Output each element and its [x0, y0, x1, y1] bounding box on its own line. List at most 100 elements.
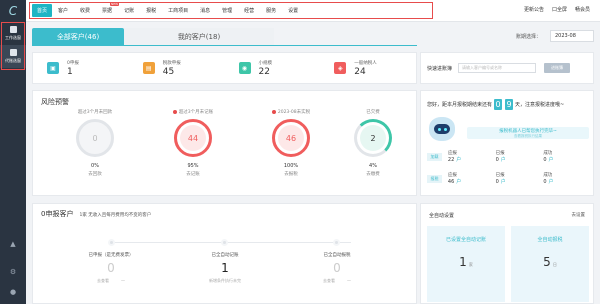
step-dot [333, 239, 340, 246]
tab-my-clients[interactable]: 我的客户(18) [124, 28, 274, 45]
nav-bookkeeping[interactable]: 记账 [118, 7, 140, 14]
nav-invoices[interactable]: 票据 NEW [96, 2, 120, 14]
user-icon[interactable]: ● [0, 288, 26, 296]
status-value-number: 0 [543, 157, 547, 163]
deadline-prefix: 您好，距本月报税期结束还有 [427, 102, 493, 108]
tab-underline [32, 45, 417, 46]
gauge-title: 2023-08未实税 [277, 110, 311, 115]
gauge-title: 超过3个月未回款 [77, 110, 113, 115]
risk-warning-title: 风险预警 [41, 98, 69, 106]
status-value-number: 46 [447, 179, 455, 185]
sidebar: C 工作选窗 代账选窗 ▲ ⚙ ● [0, 0, 26, 304]
gauge-title-row: 2023-08未实税 [271, 109, 311, 115]
step-dot [108, 239, 115, 246]
auto-box-title: 全自动报税 [537, 237, 563, 243]
status-row-tax: 报税 应报 46 户 已报 0 户 成功 0 户 [427, 169, 591, 188]
step-auto-taxed: 已全自动报税 0 去查看 一 [287, 252, 387, 284]
nav-fees[interactable]: 收费 [74, 7, 96, 14]
view-link[interactable]: 去查看 [323, 278, 335, 284]
gauge-title: 已欠费 [366, 110, 380, 115]
announcement-link[interactable]: 更新公告 [524, 6, 544, 13]
tax-declare-icon: ▤ [142, 62, 155, 74]
status-col: 成功 0 户 [543, 150, 591, 163]
nav-service[interactable]: 服务 [260, 7, 282, 14]
stat-label: 税款申报 [162, 60, 181, 66]
stat-value: 45 [162, 66, 175, 77]
step-value: 0 [107, 261, 115, 275]
status-value: 0户 [543, 156, 591, 163]
small-scale-icon: ◉ [238, 62, 251, 74]
unit-link[interactable]: 户 [549, 179, 554, 185]
robot-message[interactable]: 报税机器人已帮您执行完毕~ 查看报税执行结果 [467, 127, 589, 139]
general-taxpayer-icon: ◈ [334, 62, 347, 74]
gauge-ring: 44 [174, 119, 212, 157]
zero-declare-subtitle: 1家 无收入且每月费用均不变的客户 [79, 213, 152, 218]
nav-operations[interactable]: 经营 [238, 7, 260, 14]
nav-manage[interactable]: 管理 [216, 7, 238, 14]
step-extra: 去查看 一 [97, 278, 125, 284]
status-value: 0户 [496, 156, 544, 163]
member-button[interactable]: 畅会员 [575, 6, 590, 13]
status-value-number: 0 [543, 179, 547, 185]
auto-booking-box[interactable]: 已设置全自动记账 1家 [427, 226, 505, 302]
step-extra-text: 一 [347, 278, 351, 283]
step-value: 1 [221, 261, 229, 275]
fullscreen-button[interactable]: 口全屏 [552, 6, 567, 13]
view-link[interactable]: 去查看 [97, 278, 109, 284]
sidebar-highlight [1, 22, 25, 70]
go-tax-link[interactable]: 去报税 [284, 171, 298, 177]
settings-icon[interactable]: ⚙ [0, 268, 26, 276]
up-arrow-icon[interactable]: ▲ [0, 240, 26, 248]
unit-link[interactable]: 户 [549, 157, 554, 163]
go-settings-link[interactable]: 去设置 [572, 212, 586, 218]
auto-settings-panel: 全自动设置 去设置 已设置全自动记账 1家 全自动报税 5日 [420, 203, 594, 304]
stat-value: 24 [354, 66, 366, 77]
stat-small-scale[interactable]: ◉ 小规模 22 [225, 53, 321, 83]
row-tag[interactable]: 加载 [427, 152, 442, 161]
go-bookkeeping-link[interactable]: 去记账 [186, 171, 200, 177]
nav-settings[interactable]: 设置 [282, 7, 304, 14]
nav-tax[interactable]: 报税 [140, 7, 162, 14]
auto-tax-box[interactable]: 全自动报税 5日 [511, 226, 589, 302]
stat-general-taxpayer[interactable]: ◈ 一般纳税人 24 [320, 53, 416, 83]
period-label: 账期选择： [516, 34, 542, 40]
gauge-overdue: 已欠费 2 4% 去缴费 [333, 109, 413, 195]
unit-link[interactable]: 户 [456, 179, 461, 185]
step-extra-text: 一 [121, 278, 125, 283]
step-label: 已全自动记账 [211, 253, 239, 258]
enter-ledger-button[interactable]: 进账簿 [544, 63, 571, 73]
stat-zero-declare[interactable]: ▣ 0申报 1 [33, 53, 129, 83]
unit-link[interactable]: 户 [501, 157, 506, 163]
gauge-ring: 46 [272, 119, 310, 157]
row-tag[interactable]: 报税 [427, 174, 442, 183]
risk-warning-panel: 风险预警 超过3个月未回款 0 0% 去回款 超过3个月未记账 44 95% 去… [32, 90, 417, 196]
tab-all-clients[interactable]: 全部客户(46) [32, 28, 124, 45]
status-value-number: 0 [495, 179, 499, 185]
step-extra: 新增条件执行未完 [209, 278, 241, 284]
days-digit: 9 [505, 99, 514, 110]
go-collect-link[interactable]: 去回款 [88, 171, 102, 177]
stat-tax-declare[interactable]: ▤ 税款申报 45 [129, 53, 225, 83]
main-nav: 首页 客户 收费 票据 NEW 记账 报税 工商项目 消息 管理 经营 服务 设置 [29, 2, 433, 19]
gauge-unbooked: 超过3个月未记账 44 95% 去记账 [153, 109, 233, 195]
app-logo: C [8, 4, 18, 18]
nav-home[interactable]: 首页 [32, 4, 53, 17]
quick-ledger-label: 快速进账簿 [427, 65, 453, 72]
deadline-text: 您好，距本月报税期结束还有 0 9 天，注意报税进度哦~ [427, 99, 564, 110]
nav-clients[interactable]: 客户 [52, 7, 74, 14]
deadline-suffix: 天，注意报税进度哦~ [515, 102, 565, 108]
zero-declare-title: 0申报客户 [41, 210, 74, 218]
nav-business[interactable]: 工商项目 [162, 7, 194, 14]
steps-connector [111, 242, 351, 243]
auto-box-unit: 日 [552, 262, 557, 267]
step-value: 0 [333, 261, 341, 275]
tax-deadline-panel: 您好，距本月报税期结束还有 0 9 天，注意报税进度哦~ 报税机器人已帮您执行完… [420, 90, 594, 196]
nav-messages[interactable]: 消息 [194, 7, 216, 14]
gauge-title: 超过3个月未记账 [178, 110, 214, 115]
client-search-input[interactable]: 请输入客户编号或名称 [458, 63, 537, 73]
period-input[interactable]: 2023-08 [550, 30, 594, 42]
go-pay-link[interactable]: 去缴费 [366, 171, 380, 177]
unit-link[interactable]: 户 [501, 179, 506, 185]
unit-link[interactable]: 户 [456, 157, 461, 163]
stat-value: 22 [258, 66, 270, 77]
